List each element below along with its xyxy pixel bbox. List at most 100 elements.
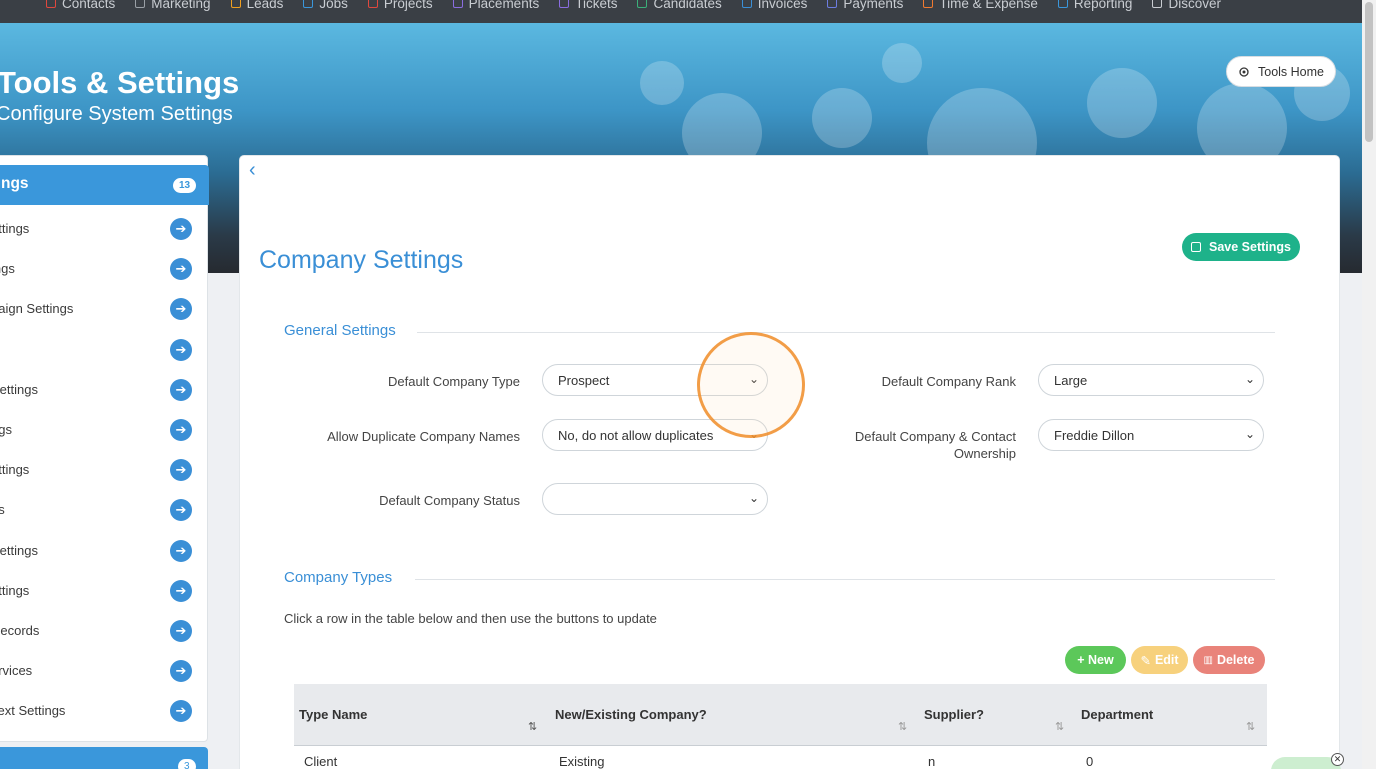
sidebar-item[interactable]: gs ➔: [0, 497, 199, 523]
scrollbar-thumb[interactable]: [1365, 2, 1373, 142]
sidebar-item[interactable]: ings ➔: [0, 256, 199, 282]
marketing-icon: [135, 0, 146, 8]
settings-sidebar: ngs 13 ettings➔ings➔paign Settings➔s➔Set…: [0, 155, 209, 742]
nav-item-label: Reporting: [1073, 0, 1133, 11]
sidebar-item-label: gs: [0, 502, 5, 518]
sidebar-item[interactable]: Settings ➔: [0, 538, 199, 564]
nav-item-placements[interactable]: Placements: [452, 0, 539, 13]
sidebar-item-label: ettings: [0, 462, 30, 478]
arrow-right-icon[interactable]: ➔: [170, 258, 192, 281]
default-company-status-select[interactable]: ⌄: [542, 483, 768, 515]
arrow-right-icon[interactable]: ➔: [170, 419, 192, 441]
arrow-right-icon[interactable]: ➔: [170, 700, 192, 723]
allow-duplicate-select[interactable]: No, do not allow duplicates ⌄: [542, 419, 768, 451]
time-expense-icon: [923, 0, 934, 8]
nav-item-label: Candidates: [653, 0, 722, 11]
sidebar-item-label: Text Settings: [0, 703, 66, 719]
edit-type-button[interactable]: ✎ Edit: [1131, 646, 1188, 674]
sidebar-item[interactable]: Records ➔: [0, 618, 199, 644]
tools-home-label: Tools Home: [1258, 64, 1324, 79]
sidebar-item-label: ettings: [0, 582, 30, 598]
candidates-icon: [637, 0, 648, 8]
nav-item-label: Time & Expense: [939, 0, 1038, 11]
chevron-down-icon: ⌄: [748, 372, 759, 386]
sidebar-header-label: ngs: [1, 175, 29, 192]
nav-item-candidates[interactable]: Candidates: [637, 0, 722, 13]
arrow-right-icon[interactable]: ➔: [170, 378, 192, 401]
sort-active-icon[interactable]: ⇅: [528, 720, 537, 733]
chevron-down-icon: ⌄: [748, 491, 759, 505]
arrow-right-icon[interactable]: ➔: [170, 218, 192, 240]
allow-duplicate-label: Allow Duplicate Company Names: [327, 429, 520, 444]
sidebar-item[interactable]: s➔: [0, 337, 199, 363]
save-settings-button[interactable]: Save Settings: [1182, 233, 1300, 261]
nav-item-invoices[interactable]: Invoices: [741, 0, 808, 13]
nav-item-payments[interactable]: Payments: [827, 0, 903, 13]
edit-type-label: Edit: [1154, 653, 1179, 667]
arrow-right-icon[interactable]: ➔: [170, 579, 192, 602]
nav-item-discover[interactable]: Discover: [1152, 0, 1221, 13]
default-company-type-value: Prospect: [558, 373, 610, 388]
column-header-type-name[interactable]: Type Name: [299, 707, 367, 722]
sort-icon[interactable]: ⇅: [1246, 720, 1255, 733]
nav-item-reporting[interactable]: Reporting: [1057, 0, 1133, 13]
company-types-heading: Company Types: [284, 569, 393, 586]
chevron-down-icon: ⌄: [748, 427, 759, 441]
tickets-icon: [559, 0, 570, 8]
page-title-main: Tools & Settings: [0, 65, 240, 100]
sidebar-item[interactable]: Text Settings ➔: [0, 698, 199, 724]
arrow-right-icon[interactable]: ➔: [170, 660, 192, 683]
column-header-new-existing[interactable]: New/Existing Company?: [555, 707, 707, 722]
section-divider: [417, 332, 1275, 333]
page-scrollbar[interactable]: [1362, 0, 1376, 769]
nav-item-contacts[interactable]: Contacts: [46, 0, 115, 13]
arrow-right-icon[interactable]: ➔: [170, 459, 192, 482]
back-chevron-icon[interactable]: ‹: [249, 159, 256, 182]
sidebar-second-header[interactable]: 3: [0, 747, 208, 769]
nav-item-label: Invoices: [757, 0, 808, 11]
nav-item-time-expense[interactable]: Time & Expense: [923, 0, 1038, 13]
nav-item-label: Tickets: [575, 0, 618, 11]
nav-item-jobs[interactable]: Jobs: [303, 0, 348, 13]
sidebar-header[interactable]: ngs 13: [0, 165, 209, 205]
new-type-button[interactable]: + New: [1065, 646, 1126, 674]
nav-item-tickets[interactable]: Tickets: [559, 0, 617, 13]
sidebar-item[interactable]: ngs ➔: [0, 417, 199, 443]
arrow-right-icon[interactable]: ➔: [170, 539, 192, 562]
save-settings-label: Save Settings: [1209, 240, 1291, 254]
pencil-icon: ✎: [1140, 653, 1151, 668]
nav-item-projects[interactable]: Projects: [367, 0, 433, 13]
contacts-icon: [46, 0, 56, 8]
sidebar-item[interactable]: Settings ➔: [0, 377, 199, 403]
nav-item-leads[interactable]: Leads: [230, 0, 283, 13]
sidebar-item[interactable]: ettings ➔: [0, 216, 199, 242]
arrow-right-icon[interactable]: ➔: [170, 499, 192, 522]
arrow-right-icon[interactable]: ➔: [170, 620, 192, 642]
default-company-rank-select[interactable]: Large ⌄: [1038, 364, 1264, 396]
jobs-icon: [303, 0, 314, 8]
default-company-type-label: Default Company Type: [388, 374, 520, 389]
reporting-icon: [1057, 0, 1068, 8]
nav-item-label: Jobs: [319, 0, 348, 11]
delete-type-button[interactable]: ▥ Delete: [1193, 646, 1265, 674]
sidebar-item[interactable]: paign Settings ➔: [0, 296, 199, 322]
arrow-right-icon[interactable]: ➔: [170, 298, 192, 321]
sort-icon[interactable]: ⇅: [898, 720, 907, 733]
default-ownership-label-line1: Default Company & Contact: [854, 429, 1016, 444]
tools-home-button[interactable]: Tools Home: [1226, 56, 1336, 87]
sidebar-second-count-badge: 3: [178, 759, 196, 769]
column-header-supplier[interactable]: Supplier?: [924, 707, 984, 722]
arrow-right-icon[interactable]: ➔: [170, 338, 192, 361]
sort-icon[interactable]: ⇅: [1055, 720, 1064, 733]
sidebar-item[interactable]: ervices ➔: [0, 658, 199, 684]
company-types-helper-text: Click a row in the table below and then …: [284, 611, 657, 626]
default-ownership-select[interactable]: Freddie Dillon ⌄: [1038, 419, 1264, 451]
column-header-department[interactable]: Department: [1081, 707, 1153, 722]
close-icon[interactable]: ✕: [1331, 753, 1344, 766]
sidebar-item[interactable]: ettings ➔: [0, 578, 199, 604]
sidebar-item[interactable]: ettings ➔: [0, 457, 199, 483]
chevron-down-icon: ⌄: [1244, 427, 1255, 441]
projects-icon: [367, 0, 378, 8]
nav-item-marketing[interactable]: Marketing: [135, 0, 211, 13]
default-company-type-select[interactable]: Prospect ⌄: [542, 364, 768, 396]
